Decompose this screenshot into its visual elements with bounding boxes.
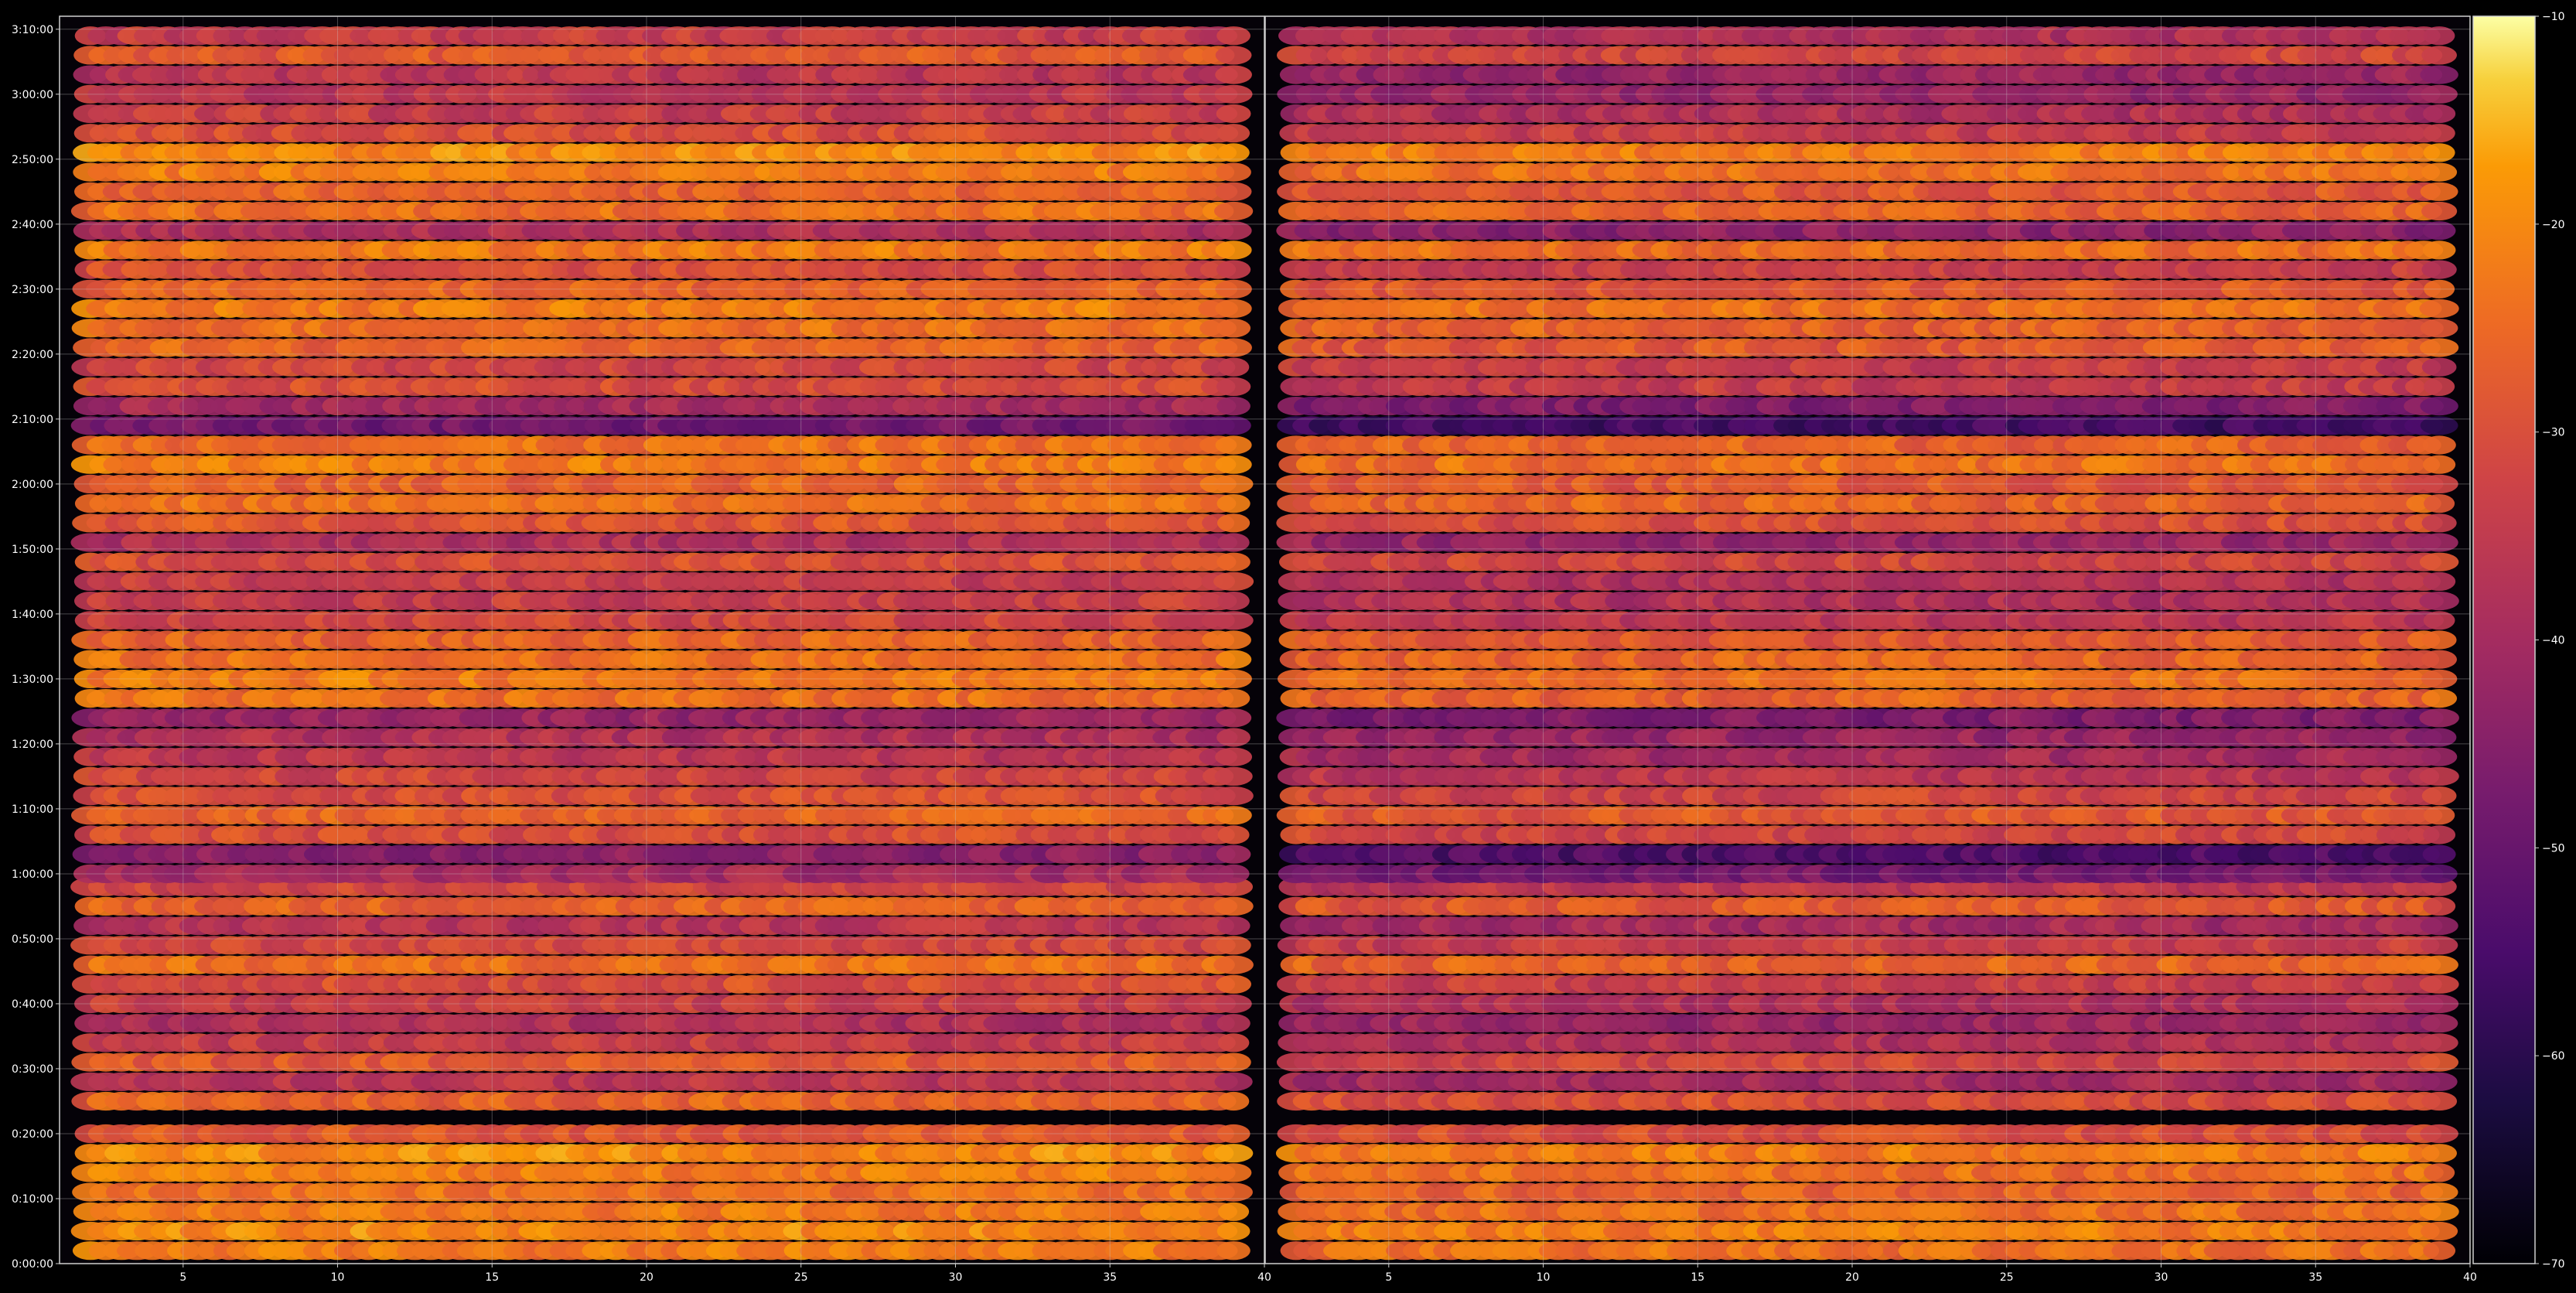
heat-cell: [1216, 1241, 1250, 1261]
heat-cell: [1217, 513, 1250, 533]
heat-cell: [1216, 104, 1251, 124]
heat-cell: [1217, 1033, 1250, 1052]
heat-cell: [1215, 650, 1252, 669]
heat-cell: [1213, 955, 1254, 974]
heat-cell: [1213, 896, 1254, 916]
heat-cell: [1214, 201, 1254, 221]
heat-cell: [2423, 1241, 2456, 1261]
heat-cell: [1216, 260, 1251, 279]
heat-cell: [1215, 455, 1252, 474]
heat-cell: [1215, 241, 1252, 260]
heat-cell: [1215, 1163, 1252, 1182]
heat-cell: [1216, 377, 1251, 396]
heat-cell: [1215, 747, 1252, 766]
heat-cell: [1216, 974, 1251, 994]
heat-cell: [1215, 299, 1252, 319]
heat-cell: [1216, 1014, 1250, 1033]
heat-cell: [1216, 689, 1250, 708]
heat-cell: [1217, 124, 1250, 143]
heat-cell: [1216, 162, 1251, 182]
heat-cell: [1216, 916, 1250, 936]
heat-cell: [2421, 1221, 2458, 1241]
heat-cell: [1213, 571, 1254, 592]
heat-cell: [1214, 766, 1253, 786]
heat-cell: [1216, 494, 1250, 513]
heat-cell: [1213, 786, 1254, 806]
heatmap-chart: 5 10 15 20 25 30 35 40 5 10 15 20 25 30 35 40 0:00:000:…: [12, 11, 2565, 1284]
heat-cell: [1216, 1221, 1250, 1241]
panel-left: [60, 16, 1264, 1264]
heat-cell: [1215, 435, 1252, 455]
heat-cell: [2419, 1202, 2459, 1221]
panel-right: [1265, 16, 2470, 1264]
heat-cell: [1216, 397, 1250, 416]
heat-cell: [1216, 630, 1251, 650]
heat-cell: [1218, 1202, 1250, 1221]
heat-cell: [1214, 1072, 1253, 1091]
heat-cell: [1215, 46, 1252, 65]
heat-cell: [1217, 1091, 1250, 1111]
heat-cell: [1215, 182, 1252, 201]
heat-cell: [1216, 319, 1251, 338]
heat-cell: [1213, 1144, 1254, 1163]
heat-cell: [1216, 708, 1252, 728]
heat-cell: [1216, 844, 1251, 864]
heat-cell: [1215, 65, 1252, 84]
heat-cell: [1217, 825, 1250, 844]
heat-cell: [1217, 357, 1250, 377]
heat-cell: [1217, 592, 1250, 611]
heat-cell: [1216, 552, 1250, 571]
